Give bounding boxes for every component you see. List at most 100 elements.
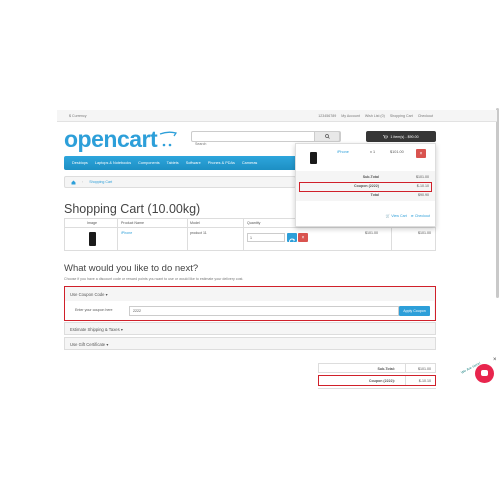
dropdown-checkout-label: Checkout <box>414 214 430 218</box>
column-divider <box>243 219 244 250</box>
close-icon[interactable]: × <box>493 357 497 363</box>
row-total: $101.00 <box>418 231 431 235</box>
dropdown-remove-button[interactable]: × <box>416 149 426 158</box>
page-canvas: $ Currency 123456789 My Account Wish Lis… <box>0 0 500 500</box>
dropdown-checkout-link[interactable]: ➦ Checkout <box>411 214 430 218</box>
nav-item-laptops[interactable]: Laptops & Notebooks <box>95 161 131 165</box>
shipping-panel[interactable]: Estimate Shipping & Taxes ▾ <box>64 322 436 335</box>
next-description: Choose if you have a discount code or re… <box>64 277 244 281</box>
caret-down-icon: ▾ <box>120 327 124 332</box>
column-divider <box>187 219 188 250</box>
nav-item-software[interactable]: Software <box>186 161 201 165</box>
dropdown-item-name[interactable]: iPhone <box>337 150 349 154</box>
view-cart-label: View Cart <box>391 214 407 218</box>
gift-panel-title[interactable]: Use Gift Certificate ▾ <box>70 342 108 347</box>
coupon-total-label: Coupon (2222): <box>368 379 395 383</box>
dropdown-links: 🛒 View Cart ➦ Checkout <box>386 214 430 218</box>
wishlist-link[interactable]: Wish List (0) <box>365 114 385 118</box>
coupon-total-row: Coupon (2222): $-10.10 <box>318 375 436 386</box>
caret-down-icon: ▾ <box>106 342 109 347</box>
remove-button[interactable]: × <box>298 233 308 242</box>
coupon-total-value: $-10.10 <box>418 379 431 383</box>
home-icon[interactable] <box>71 180 76 185</box>
dropdown-item-qty: x 1 <box>370 150 376 154</box>
cart-icon <box>383 134 389 138</box>
breadcrumb-current[interactable]: Shopping Cart <box>89 180 112 184</box>
dropdown-total-value: $90.90 <box>418 193 429 197</box>
top-bar: $ Currency 123456789 My Account Wish Lis… <box>57 110 497 122</box>
chat-bubble-icon[interactable] <box>475 364 494 383</box>
currency-dropdown[interactable]: $ Currency <box>69 114 87 118</box>
update-button[interactable] <box>287 233 297 245</box>
shipping-panel-title-text: Estimate Shipping & Taxes <box>70 327 120 332</box>
view-cart-link[interactable]: 🛒 View Cart <box>386 214 407 218</box>
search-button[interactable] <box>314 131 340 142</box>
dropdown-subtotal-value: $101.00 <box>416 175 429 179</box>
shopping-cart-link[interactable]: Shopping Cart <box>390 114 413 118</box>
search-input[interactable] <box>192 139 312 149</box>
totals-divider <box>405 364 406 372</box>
breadcrumb: › Shopping Cart <box>64 176 296 188</box>
coupon-label: Enter your coupon here <box>75 308 113 312</box>
column-quantity: Quantity <box>247 221 261 225</box>
product-name-link[interactable]: iPhone <box>121 231 132 235</box>
coupon-panel-body: Enter your coupon here Apply Coupon <box>65 301 434 320</box>
checkout-link[interactable]: Checkout <box>418 114 433 118</box>
column-image: Image <box>87 221 97 225</box>
gift-panel[interactable]: Use Gift Certificate ▾ <box>64 337 436 350</box>
nav-item-components[interactable]: Components <box>138 161 160 165</box>
scrollbar[interactable] <box>496 108 499 298</box>
dropdown-item-price: $101.00 <box>390 150 404 154</box>
column-model: Model <box>190 221 200 225</box>
nav-item-phones[interactable]: Phones & PDAs <box>208 161 235 165</box>
breadcrumb-separator: › <box>82 180 84 184</box>
dropdown-item: iPhone x 1 $101.00 × <box>296 144 435 171</box>
quantity-input[interactable]: 1 <box>247 233 285 242</box>
dropdown-subtotal-label: Sub-Total <box>362 175 379 179</box>
nav-item-desktops[interactable]: Desktops <box>72 161 88 165</box>
totals-divider <box>405 376 406 385</box>
column-divider <box>117 219 118 250</box>
totals-border <box>318 388 436 391</box>
cart-logo-icon <box>159 131 178 147</box>
page-weight: (10.00kg) <box>147 202 201 216</box>
dropdown-total-row: Total $90.90 <box>296 193 435 200</box>
dropdown-item-image[interactable] <box>310 152 317 164</box>
subtotal-label: Sub-Total: <box>377 367 396 371</box>
apply-coupon-button[interactable]: Apply Coupon <box>399 306 430 316</box>
nav-item-cameras[interactable]: Cameras <box>242 161 257 165</box>
dropdown-total-label: Total <box>370 193 379 197</box>
coupon-panel: Use Coupon Code ▾ Enter your coupon here… <box>64 286 436 321</box>
column-product-name: Product Name <box>121 221 144 225</box>
close-icon: × <box>419 150 423 157</box>
refresh-icon <box>289 238 296 245</box>
coupon-panel-title[interactable]: Use Coupon Code ▾ <box>70 292 108 297</box>
coupon-panel-title-text: Use Coupon Code <box>70 292 105 297</box>
phone-link[interactable]: 123456789 <box>318 114 336 118</box>
subtotal-row: Sub-Total: $101.00 <box>318 363 436 373</box>
coupon-input[interactable] <box>129 306 399 316</box>
share-icon: ➦ <box>410 214 414 218</box>
chat-widget[interactable]: We Are Here! × <box>460 357 500 388</box>
next-heading: What would you like to do next? <box>64 263 199 274</box>
nav-item-tablets[interactable]: Tablets <box>167 161 179 165</box>
cart-button[interactable]: 1 item(s) - $90.00 <box>366 131 436 142</box>
unit-price: $101.00 <box>365 231 378 235</box>
caret-down-icon: ▾ <box>105 292 108 297</box>
product-model: product 11 <box>190 231 207 235</box>
shipping-panel-title[interactable]: Estimate Shipping & Taxes ▾ <box>70 327 123 332</box>
cart-dropdown: iPhone x 1 $101.00 × Sub-Total $101.00 C… <box>295 143 436 227</box>
product-image[interactable] <box>89 232 96 246</box>
page-title: Shopping Cart (10.00kg) <box>64 202 200 216</box>
logo[interactable]: opencart <box>64 125 178 152</box>
page-title-text: Shopping Cart <box>64 202 144 216</box>
close-icon: × <box>301 234 305 241</box>
logo-text: opencart <box>64 125 158 152</box>
top-links: 123456789 My Account Wish List (0) Shopp… <box>318 114 433 118</box>
cart-button-label: 1 item(s) - $90.00 <box>390 134 419 139</box>
my-account-link[interactable]: My Account <box>341 114 360 118</box>
dropdown-subtotal-row: Sub-Total $101.00 <box>296 175 435 182</box>
search-box <box>191 131 341 149</box>
coupon-highlight <box>299 182 432 192</box>
subtotal-value: $101.00 <box>418 367 431 371</box>
